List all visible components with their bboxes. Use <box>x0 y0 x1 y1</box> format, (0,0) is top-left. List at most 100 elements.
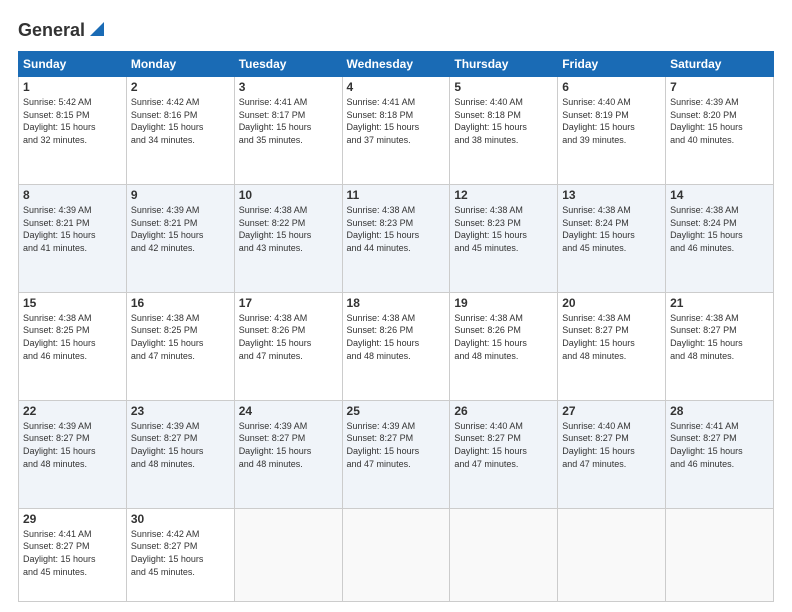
day-info: Sunrise: 4:38 AMSunset: 8:22 PMDaylight:… <box>239 205 312 253</box>
logo-general: General <box>18 21 85 41</box>
calendar-cell: 27 Sunrise: 4:40 AMSunset: 8:27 PMDayligh… <box>558 400 666 508</box>
day-info: Sunrise: 4:38 AMSunset: 8:25 PMDaylight:… <box>131 313 204 361</box>
day-info: Sunrise: 4:38 AMSunset: 8:24 PMDaylight:… <box>670 205 743 253</box>
day-info: Sunrise: 4:39 AMSunset: 8:27 PMDaylight:… <box>131 421 204 469</box>
day-info: Sunrise: 4:40 AMSunset: 8:27 PMDaylight:… <box>454 421 527 469</box>
calendar-cell: 4 Sunrise: 4:41 AMSunset: 8:18 PMDaylight… <box>342 77 450 185</box>
calendar-cell: 13 Sunrise: 4:38 AMSunset: 8:24 PMDayligh… <box>558 184 666 292</box>
day-info: Sunrise: 4:38 AMSunset: 8:24 PMDaylight:… <box>562 205 635 253</box>
day-number: 14 <box>670 188 769 202</box>
calendar-cell: 3 Sunrise: 4:41 AMSunset: 8:17 PMDaylight… <box>234 77 342 185</box>
calendar-header-tuesday: Tuesday <box>234 52 342 77</box>
calendar-header-monday: Monday <box>126 52 234 77</box>
calendar-cell: 10 Sunrise: 4:38 AMSunset: 8:22 PMDayligh… <box>234 184 342 292</box>
day-number: 18 <box>347 296 446 310</box>
day-info: Sunrise: 4:40 AMSunset: 8:27 PMDaylight:… <box>562 421 635 469</box>
day-info: Sunrise: 4:39 AMSunset: 8:27 PMDaylight:… <box>23 421 96 469</box>
day-info: Sunrise: 4:38 AMSunset: 8:27 PMDaylight:… <box>562 313 635 361</box>
day-number: 26 <box>454 404 553 418</box>
calendar-cell: 23 Sunrise: 4:39 AMSunset: 8:27 PMDayligh… <box>126 400 234 508</box>
day-number: 8 <box>23 188 122 202</box>
calendar-cell: 17 Sunrise: 4:38 AMSunset: 8:26 PMDayligh… <box>234 292 342 400</box>
day-number: 22 <box>23 404 122 418</box>
day-info: Sunrise: 4:38 AMSunset: 8:27 PMDaylight:… <box>670 313 743 361</box>
calendar-cell: 6Sunrise: 4:40 AMSunset: 8:19 PMDaylight… <box>558 77 666 185</box>
calendar-header-sunday: Sunday <box>19 52 127 77</box>
calendar-cell: 12 Sunrise: 4:38 AMSunset: 8:23 PMDayligh… <box>450 184 558 292</box>
day-number: 29 <box>23 512 122 526</box>
calendar-cell: 28 Sunrise: 4:41 AMSunset: 8:27 PMDayligh… <box>666 400 774 508</box>
day-info: Sunrise: 4:41 AMSunset: 8:27 PMDaylight:… <box>670 421 743 469</box>
calendar-table: SundayMondayTuesdayWednesdayThursdayFrid… <box>18 51 774 602</box>
day-number: 24 <box>239 404 338 418</box>
day-number: 12 <box>454 188 553 202</box>
day-number: 17 <box>239 296 338 310</box>
day-info: Sunrise: 4:39 AMSunset: 8:27 PMDaylight:… <box>239 421 312 469</box>
day-info: Sunrise: 4:42 AMSunset: 8:27 PMDaylight:… <box>131 529 204 577</box>
calendar-cell: 29 Sunrise: 4:41 AMSunset: 8:27 PMDayligh… <box>19 508 127 601</box>
day-number: 30 <box>131 512 230 526</box>
day-number: 28 <box>670 404 769 418</box>
day-number: 4 <box>347 80 446 94</box>
calendar-header-friday: Friday <box>558 52 666 77</box>
day-number: 3 <box>239 80 338 94</box>
calendar-cell <box>666 508 774 601</box>
header: General <box>18 18 774 43</box>
day-info: Sunrise: 4:38 AMSunset: 8:23 PMDaylight:… <box>454 205 527 253</box>
calendar-header-row: SundayMondayTuesdayWednesdayThursdayFrid… <box>19 52 774 77</box>
calendar-header-saturday: Saturday <box>666 52 774 77</box>
day-number: 1 <box>23 80 122 94</box>
calendar-cell: 1 Sunrise: 5:42 AMSunset: 8:15 PMDaylight… <box>19 77 127 185</box>
day-number: 27 <box>562 404 661 418</box>
calendar-cell: 26 Sunrise: 4:40 AMSunset: 8:27 PMDayligh… <box>450 400 558 508</box>
day-info: Sunrise: 4:41 AMSunset: 8:18 PMDaylight:… <box>347 97 420 145</box>
day-info: Sunrise: 5:42 AMSunset: 8:15 PMDaylight:… <box>23 97 96 145</box>
day-number: 21 <box>670 296 769 310</box>
calendar-cell <box>450 508 558 601</box>
day-info: Sunrise: 4:38 AMSunset: 8:26 PMDaylight:… <box>347 313 420 361</box>
day-info: Sunrise: 4:39 AMSunset: 8:21 PMDaylight:… <box>23 205 96 253</box>
calendar-cell: 14 Sunrise: 4:38 AMSunset: 8:24 PMDayligh… <box>666 184 774 292</box>
calendar-cell: 7Sunrise: 4:39 AMSunset: 8:20 PMDaylight… <box>666 77 774 185</box>
calendar-cell: 16 Sunrise: 4:38 AMSunset: 8:25 PMDayligh… <box>126 292 234 400</box>
day-info: Sunrise: 4:38 AMSunset: 8:25 PMDaylight:… <box>23 313 96 361</box>
day-number: 9 <box>131 188 230 202</box>
calendar-cell: 21 Sunrise: 4:38 AMSunset: 8:27 PMDayligh… <box>666 292 774 400</box>
calendar-header-wednesday: Wednesday <box>342 52 450 77</box>
day-number: 25 <box>347 404 446 418</box>
day-number: 6 <box>562 80 661 94</box>
day-info: Sunrise: 4:38 AMSunset: 8:26 PMDaylight:… <box>239 313 312 361</box>
calendar-cell: 15Sunrise: 4:38 AMSunset: 8:25 PMDayligh… <box>19 292 127 400</box>
day-info: Sunrise: 4:38 AMSunset: 8:26 PMDaylight:… <box>454 313 527 361</box>
day-info: Sunrise: 4:42 AMSunset: 8:16 PMDaylight:… <box>131 97 204 145</box>
page: General SundayMondayTuesdayWednesdayThur… <box>0 0 792 612</box>
calendar-cell: 19 Sunrise: 4:38 AMSunset: 8:26 PMDayligh… <box>450 292 558 400</box>
calendar-header-thursday: Thursday <box>450 52 558 77</box>
day-info: Sunrise: 4:41 AMSunset: 8:27 PMDaylight:… <box>23 529 96 577</box>
calendar-cell: 25 Sunrise: 4:39 AMSunset: 8:27 PMDayligh… <box>342 400 450 508</box>
day-number: 16 <box>131 296 230 310</box>
calendar-cell <box>558 508 666 601</box>
day-info: Sunrise: 4:38 AMSunset: 8:23 PMDaylight:… <box>347 205 420 253</box>
calendar-cell: 20 Sunrise: 4:38 AMSunset: 8:27 PMDayligh… <box>558 292 666 400</box>
logo-triangle-icon <box>88 20 106 38</box>
day-number: 10 <box>239 188 338 202</box>
day-info: Sunrise: 4:39 AMSunset: 8:27 PMDaylight:… <box>347 421 420 469</box>
calendar-cell: 5Sunrise: 4:40 AMSunset: 8:18 PMDaylight… <box>450 77 558 185</box>
calendar-cell: 30 Sunrise: 4:42 AMSunset: 8:27 PMDayligh… <box>126 508 234 601</box>
calendar-cell <box>342 508 450 601</box>
day-info: Sunrise: 4:39 AMSunset: 8:20 PMDaylight:… <box>670 97 743 145</box>
day-info: Sunrise: 4:40 AMSunset: 8:18 PMDaylight:… <box>454 97 527 145</box>
day-number: 23 <box>131 404 230 418</box>
day-info: Sunrise: 4:41 AMSunset: 8:17 PMDaylight:… <box>239 97 312 145</box>
day-number: 20 <box>562 296 661 310</box>
day-number: 13 <box>562 188 661 202</box>
calendar-cell: 18 Sunrise: 4:38 AMSunset: 8:26 PMDayligh… <box>342 292 450 400</box>
calendar-cell: 2Sunrise: 4:42 AMSunset: 8:16 PMDaylight… <box>126 77 234 185</box>
logo: General <box>18 18 106 43</box>
calendar-cell: 9Sunrise: 4:39 AMSunset: 8:21 PMDaylight… <box>126 184 234 292</box>
day-number: 19 <box>454 296 553 310</box>
calendar-cell: 22 Sunrise: 4:39 AMSunset: 8:27 PMDayligh… <box>19 400 127 508</box>
calendar-cell: 11Sunrise: 4:38 AMSunset: 8:23 PMDayligh… <box>342 184 450 292</box>
calendar-cell: 24 Sunrise: 4:39 AMSunset: 8:27 PMDayligh… <box>234 400 342 508</box>
